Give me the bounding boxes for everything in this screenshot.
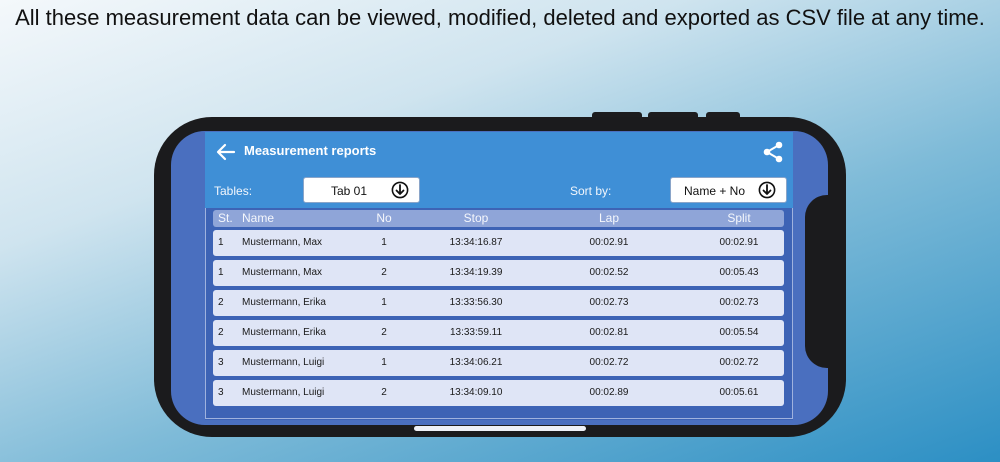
table-controls: Tables: Tab 01 Sort by: Name + No <box>205 176 793 206</box>
cell-split: 00:05.54 <box>719 327 759 338</box>
cell-name: Mustermann, Max <box>242 267 323 278</box>
page-title: Measurement reports <box>244 143 377 158</box>
promo-caption: All these measurement data can be viewed… <box>15 5 985 30</box>
cell-stop: 13:33:59.11 <box>449 327 503 338</box>
column-header-split: Split <box>727 211 751 225</box>
circle-arrow-down-icon <box>758 181 776 199</box>
arrow-left-icon[interactable] <box>215 141 237 163</box>
cell-name: Mustermann, Max <box>242 237 323 248</box>
cell-split: 00:02.73 <box>719 297 759 308</box>
cell-st: 1 <box>218 237 224 248</box>
cell-stop: 13:34:16.87 <box>449 237 503 248</box>
tables-select[interactable]: Tab 01 <box>303 177 420 203</box>
cell-lap: 00:02.81 <box>589 327 629 338</box>
measurement-table: St. Name No Stop Lap Split 1 Mustermann,… <box>205 208 793 420</box>
app-window: Measurement reports Tables: Tab 01 Sort … <box>205 132 793 420</box>
table-row[interactable]: 1 Mustermann, Max 1 13:34:16.87 00:02.91… <box>213 230 784 256</box>
table-row[interactable]: 2 Mustermann, Erika 1 13:33:56.30 00:02.… <box>213 290 784 316</box>
circle-arrow-down-icon <box>391 181 409 199</box>
table-row[interactable]: 3 Mustermann, Luigi 2 13:34:09.10 00:02.… <box>213 380 784 406</box>
tables-label: Tables: <box>214 184 253 198</box>
cell-no: 1 <box>381 297 387 308</box>
column-header-no: No <box>376 211 392 225</box>
sort-label: Sort by: <box>570 184 612 198</box>
column-header-stop: Stop <box>463 211 489 225</box>
cell-lap: 00:02.91 <box>589 237 629 248</box>
cell-split: 00:05.61 <box>719 387 759 398</box>
cell-no: 1 <box>381 237 387 248</box>
app-header: Measurement reports <box>205 132 793 172</box>
cell-no: 1 <box>381 357 387 368</box>
cell-lap: 00:02.73 <box>589 297 629 308</box>
phone-notch <box>805 195 838 368</box>
cell-no: 2 <box>381 327 387 338</box>
cell-name: Mustermann, Erika <box>242 297 326 308</box>
cell-split: 00:02.72 <box>719 357 759 368</box>
cell-name: Mustermann, Luigi <box>242 387 325 398</box>
cell-st: 3 <box>218 357 224 368</box>
table-row[interactable]: 2 Mustermann, Erika 2 13:33:59.11 00:02.… <box>213 320 784 346</box>
column-header-lap: Lap <box>598 211 620 225</box>
column-header-st: St. <box>218 211 233 225</box>
cell-lap: 00:02.72 <box>589 357 629 368</box>
table-header: St. Name No Stop Lap Split <box>213 210 784 227</box>
sort-select[interactable]: Name + No <box>670 177 787 203</box>
cell-name: Mustermann, Erika <box>242 327 326 338</box>
cell-stop: 13:34:06.21 <box>449 357 503 368</box>
cell-st: 2 <box>218 297 224 308</box>
cell-lap: 00:02.52 <box>589 267 629 278</box>
home-indicator[interactable] <box>414 426 586 431</box>
tables-select-value: Tab 01 <box>331 184 368 198</box>
cell-stop: 13:34:19.39 <box>449 267 503 278</box>
table-row[interactable]: 1 Mustermann, Max 2 13:34:19.39 00:02.52… <box>213 260 784 286</box>
sort-select-value: Name + No <box>684 184 746 198</box>
cell-split: 00:02.91 <box>719 237 759 248</box>
table-row[interactable]: 3 Mustermann, Luigi 1 13:34:06.21 00:02.… <box>213 350 784 376</box>
share-icon[interactable] <box>761 140 785 164</box>
cell-st: 2 <box>218 327 224 338</box>
cell-lap: 00:02.89 <box>589 387 629 398</box>
cell-name: Mustermann, Luigi <box>242 357 325 368</box>
cell-st: 3 <box>218 387 224 398</box>
cell-st: 1 <box>218 267 224 278</box>
cell-no: 2 <box>381 387 387 398</box>
cell-no: 2 <box>381 267 387 278</box>
cell-stop: 13:34:09.10 <box>449 387 503 398</box>
cell-split: 00:05.43 <box>719 267 759 278</box>
cell-stop: 13:33:56.30 <box>449 297 503 308</box>
column-header-name: Name <box>242 211 275 225</box>
